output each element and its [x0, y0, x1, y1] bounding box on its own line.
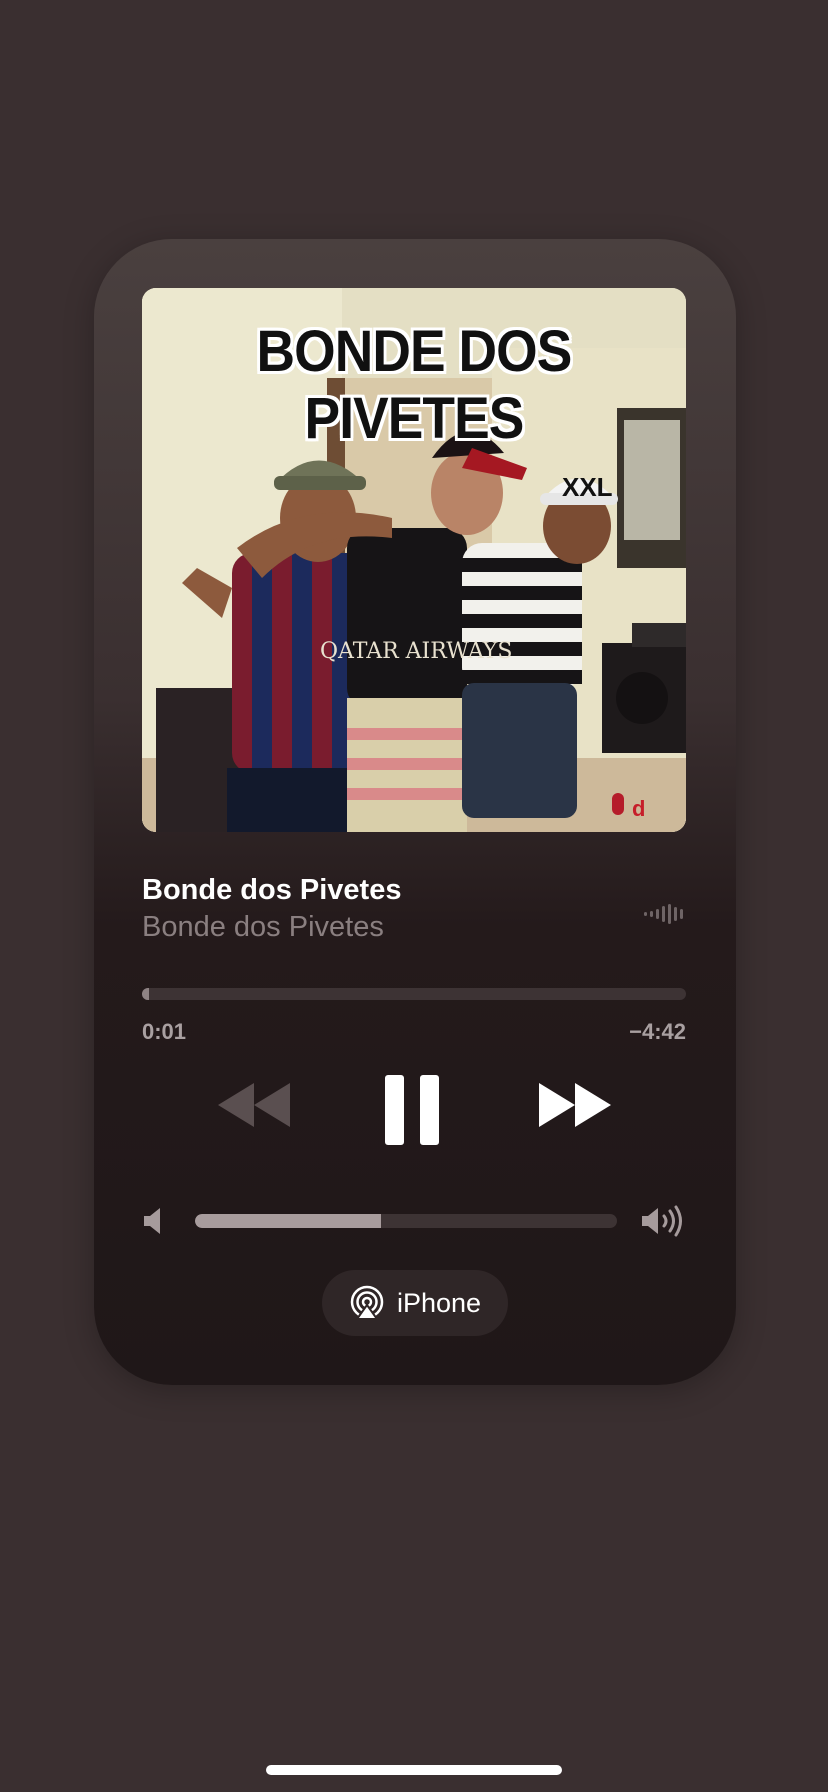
svg-text:d: d	[632, 796, 645, 821]
elapsed-time: 0:01	[142, 1019, 187, 1044]
jersey-text: QATAR AIRWAYS	[320, 639, 512, 664]
fast-forward-button[interactable]	[537, 1081, 613, 1129]
waveform-icon	[644, 904, 683, 924]
playback-scrubber[interactable]	[142, 988, 686, 1000]
remaining-time: −4:42	[629, 1019, 686, 1044]
playback-progress-fill	[142, 988, 149, 1000]
pause-icon	[385, 1075, 439, 1145]
album-artwork: XXL QATAR AIRWAYS d BONDE DOS PIVETES	[142, 288, 686, 832]
fast-forward-icon	[539, 1083, 611, 1127]
track-title[interactable]: Bonde dos Pivetes	[142, 874, 401, 907]
airplay-audio-icon	[350, 1285, 384, 1320]
album-art-title: BONDE DOS PIVETES	[256, 319, 573, 451]
volume-max-icon	[642, 1205, 682, 1237]
now-playing-screen: XXL QATAR AIRWAYS d BONDE DOS PIVETES Bo…	[0, 0, 828, 1792]
volume-slider-fill	[195, 1214, 381, 1228]
audio-output-label: iPhone	[396, 1287, 482, 1318]
volume-min-icon	[144, 1208, 160, 1234]
rewind-icon	[218, 1083, 290, 1127]
now-playing-card: XXL QATAR AIRWAYS d BONDE DOS PIVETES Bo…	[94, 239, 736, 1385]
volume-slider[interactable]	[195, 1214, 617, 1228]
home-indicator[interactable]	[266, 1765, 562, 1775]
track-artist[interactable]: Bonde dos Pivetes	[142, 911, 384, 944]
pause-button[interactable]	[385, 1075, 439, 1145]
cap-text: XXL	[562, 472, 613, 502]
rewind-button[interactable]	[216, 1081, 292, 1129]
audio-output-button[interactable]: iPhone	[322, 1270, 508, 1336]
